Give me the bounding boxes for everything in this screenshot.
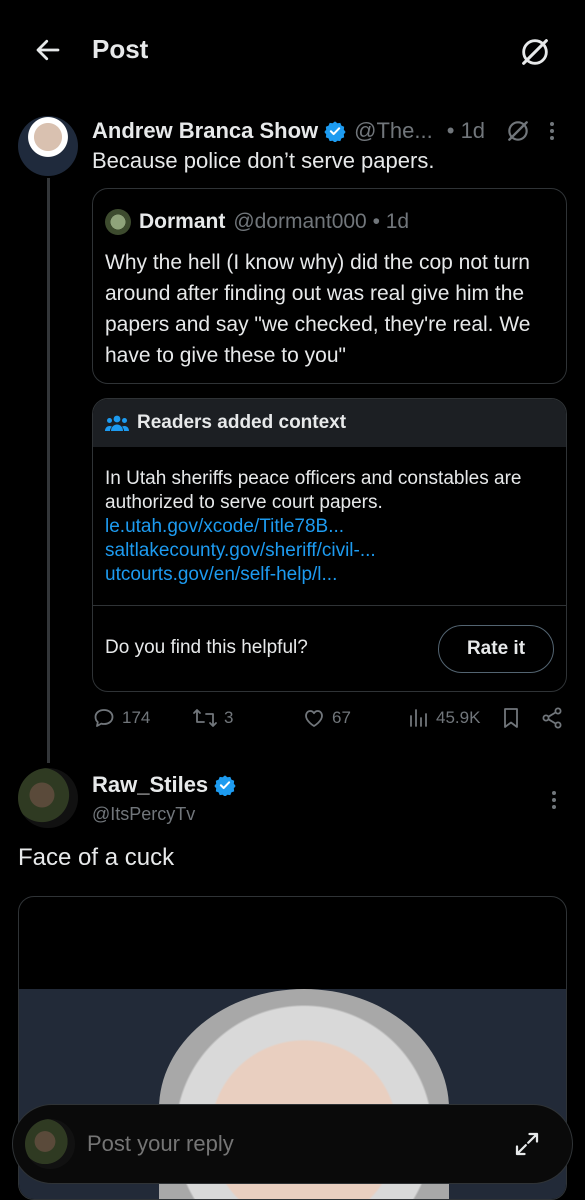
quote-author: Dormant [139,210,226,233]
views-button[interactable]: 45.9K [408,706,480,730]
repost-button[interactable]: 3 [192,706,233,730]
more-vertical-icon [550,122,555,140]
reply-button[interactable]: 174 [92,706,150,730]
community-note-body: In Utah sheriffs peace officers and cons… [105,467,560,587]
reply-author-name[interactable]: Raw_Stiles [92,772,208,798]
quote-text: Why the hell (I know why) did the cop no… [105,251,531,367]
arrow-left-icon [36,39,60,61]
grok-icon [508,121,528,141]
helpful-question: Do you find this helpful? [105,637,308,658]
composer-avatar [25,1119,75,1169]
action-bar: 174 3 67 45.9K [92,706,570,736]
heart-icon [305,710,323,727]
share-icon [542,707,562,729]
community-note: Readers added context In Utah sheriffs p… [92,398,567,692]
grok-explain-button[interactable] [505,118,531,144]
community-note-title: Readers added context [137,412,347,433]
reply-count: 174 [122,708,151,727]
people-icon [105,413,129,433]
repost-count: 3 [224,708,234,727]
divider [93,605,566,606]
grok-icon [522,39,548,65]
community-note-header[interactable]: Readers added context [93,399,566,447]
quote-header: Dormant @dormant000 • 1d [105,209,409,235]
expand-icon [515,1132,539,1156]
quote-tweet[interactable]: Dormant @dormant000 • 1d Why the hell (I… [92,188,567,384]
author-name[interactable]: Andrew Branca Show [92,118,318,144]
reply-composer [12,1104,573,1184]
more-vertical-icon [552,791,556,809]
expand-composer-button[interactable] [512,1129,542,1164]
avatar[interactable] [18,768,78,828]
back-button[interactable] [30,32,66,68]
post-header: Andrew Branca Show @The... • 1d [92,116,565,146]
reply-text: Face of a cuck [18,844,175,871]
reply-input[interactable] [87,1131,467,1157]
repost-icon [193,709,217,727]
rate-it-button[interactable]: Rate it [438,625,554,673]
page-title: Post [92,34,149,64]
verified-badge-icon [324,120,346,142]
like-button[interactable]: 67 [302,706,351,730]
like-count: 67 [332,708,351,727]
more-options-button[interactable] [549,788,559,817]
note-link[interactable]: saltlakecounty.gov/sheriff/civil-... [105,539,560,563]
views-icon [410,709,427,727]
community-note-text: In Utah sheriffs peace officers and cons… [105,468,522,513]
grok-button[interactable] [515,32,555,72]
quote-handle: @dormant000 • 1d [233,210,410,233]
share-button[interactable] [540,706,564,730]
more-options-button[interactable] [547,119,557,143]
reply-header: Raw_Stiles [92,772,236,798]
avatar[interactable] [18,116,78,176]
thread-line [47,178,50,763]
post-text: Because police don’t serve papers. [92,148,435,173]
author-handle[interactable]: @The... [354,118,433,144]
top-bar: Post [0,0,585,100]
bookmark-button[interactable] [500,706,522,730]
quote-avatar [105,209,131,235]
post-timestamp: • 1d [446,118,486,143]
note-link[interactable]: utcourts.gov/en/self-help/l... [105,563,560,587]
reply-author-handle[interactable]: @ItsPercyTv [92,804,195,825]
note-link[interactable]: le.utah.gov/xcode/Title78B... [105,515,560,539]
reply-icon [94,709,114,727]
verified-badge-icon [214,774,236,796]
bookmark-icon [504,708,518,728]
view-count: 45.9K [436,708,481,727]
